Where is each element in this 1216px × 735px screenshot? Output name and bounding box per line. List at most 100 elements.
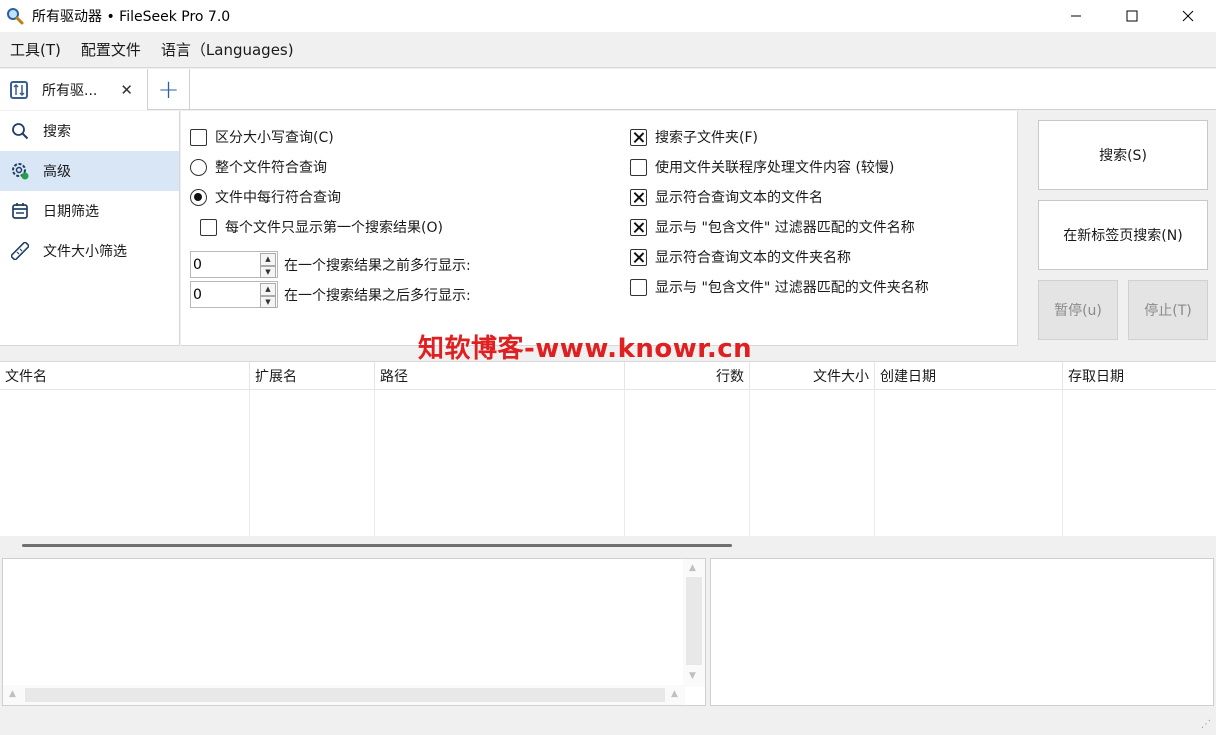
column-header-accessed[interactable]: 存取日期 [1063, 362, 1216, 390]
lines-after-input[interactable] [191, 282, 257, 307]
show-matching-foldernames-option[interactable]: 显示符合查询文本的文件夹名称 [630, 247, 851, 267]
show-include-filter-filenames-checkbox[interactable] [630, 218, 647, 236]
tab-label: 所有驱... [42, 82, 98, 99]
menu-tools[interactable]: 工具(T) [0, 39, 71, 60]
ruler-icon [10, 241, 30, 261]
show-include-filter-filenames-option[interactable]: 显示与 "包含文件" 过滤器匹配的文件名称 [630, 217, 915, 237]
lines-before-control: ▲ ▼ 在一个搜索结果之前多行显示: [190, 251, 471, 278]
sidebar-item-label: 日期筛选 [43, 204, 99, 220]
search-icon [10, 121, 30, 141]
preview-horizontal-scrollbar[interactable]: ▲ ▲ [3, 685, 685, 705]
stop-button[interactable]: 停止(T) [1128, 280, 1208, 340]
search-subfolders-option[interactable]: 搜索子文件夹(F) [630, 127, 758, 147]
search-new-tab-button[interactable]: 在新标签页搜索(N) [1038, 200, 1208, 270]
table-body [0, 390, 1216, 536]
spin-up-icon[interactable]: ▲ [260, 283, 276, 296]
match-each-line-option[interactable]: 文件中每行符合查询 [190, 187, 341, 207]
match-whole-file-radio[interactable] [190, 158, 207, 176]
option-label: 显示与 "包含文件" 过滤器匹配的文件夹名称 [655, 280, 929, 296]
results-table: 文件名 扩展名 路径 行数 文件大小 创建日期 存取日期 [0, 361, 1216, 554]
minimize-icon [1071, 15, 1081, 17]
watermark-text: 知软博客-www.knowr.cn [418, 334, 753, 364]
scroll-right-icon[interactable]: ▲ [671, 689, 678, 699]
option-label: 显示符合查询文本的文件夹名称 [655, 250, 851, 266]
show-matching-filenames-checkbox[interactable] [630, 188, 647, 206]
action-panel: 搜索(S) 在新标签页搜索(N) 暂停(u) 停止(T) [1019, 111, 1216, 346]
option-label: 显示符合查询文本的文件名 [655, 190, 823, 206]
option-label: 文件中每行符合查询 [215, 190, 341, 206]
match-each-line-radio[interactable] [190, 188, 207, 206]
scroll-left-icon[interactable]: ▲ [9, 689, 16, 699]
calendar-icon [10, 201, 30, 221]
menu-profiles[interactable]: 配置文件 [71, 39, 151, 60]
column-header-extension[interactable]: 扩展名 [250, 362, 375, 390]
scroll-down-icon[interactable]: ▼ [689, 671, 696, 681]
show-matching-foldernames-checkbox[interactable] [630, 248, 647, 266]
sidebar-item-label: 文件大小筛选 [43, 244, 127, 260]
preview-vertical-scrollbar[interactable]: ▲ ▼ [683, 559, 705, 687]
option-label: 搜索子文件夹(F) [655, 130, 758, 146]
search-subfolders-checkbox[interactable] [630, 128, 647, 146]
column-header-size[interactable]: 文件大小 [750, 362, 875, 390]
scrollbar-thumb[interactable] [25, 688, 665, 702]
scroll-up-icon[interactable]: ▲ [689, 563, 696, 573]
sidebar-item-date-filter[interactable]: 日期筛选 [0, 191, 179, 231]
show-matching-filenames-option[interactable]: 显示符合查询文本的文件名 [630, 187, 823, 207]
lines-before-input[interactable] [191, 252, 257, 277]
sidebar-item-advanced[interactable]: 高级 [0, 151, 179, 191]
column-header-lines[interactable]: 行数 [625, 362, 750, 390]
advanced-options-panel: 区分大小写查询(C) 整个文件符合查询 文件中每行符合查询 每个文件只显示第一个… [181, 111, 1018, 346]
sort-icon [10, 80, 28, 99]
menu-bar: 工具(T) 配置文件 语言（Languages) [0, 32, 1216, 68]
sidebar-item-label: 搜索 [43, 124, 71, 140]
column-header-path[interactable]: 路径 [375, 362, 625, 390]
scrollbar-thumb[interactable] [686, 577, 702, 665]
lines-after-control: ▲ ▼ 在一个搜索结果之后多行显示: [190, 281, 471, 308]
window-title: 所有驱动器 • FileSeek Pro 7.0 [32, 9, 231, 25]
option-label: 每个文件只显示第一个搜索结果(O) [225, 220, 443, 236]
option-label: 整个文件符合查询 [215, 160, 327, 176]
maximize-button[interactable] [1104, 0, 1160, 32]
add-tab-button[interactable]: + [148, 69, 190, 110]
search-button[interactable]: 搜索(S) [1038, 120, 1208, 190]
show-include-filter-foldernames-checkbox[interactable] [630, 278, 647, 296]
match-whole-file-option[interactable]: 整个文件符合查询 [190, 157, 327, 177]
column-header-filename[interactable]: 文件名 [0, 362, 250, 390]
status-bar: ⋰ [0, 708, 1216, 735]
option-label: 使用文件关联程序处理文件内容 (较慢) [655, 160, 895, 176]
tab-strip: 所有驱... ✕ + [0, 69, 1216, 110]
sidebar: 搜索 高级 日期筛选 文件大小筛选 [0, 111, 180, 346]
case-sensitive-option[interactable]: 区分大小写查询(C) [190, 127, 334, 147]
minimize-button[interactable] [1048, 0, 1104, 32]
tab-all-drives[interactable]: 所有驱... ✕ [0, 69, 148, 110]
magnifier-icon [6, 7, 24, 25]
sidebar-item-search[interactable]: 搜索 [0, 111, 179, 151]
close-button[interactable] [1160, 0, 1216, 32]
use-file-assoc-checkbox[interactable] [630, 158, 647, 176]
tab-close-icon[interactable]: ✕ [120, 81, 133, 99]
option-label: 显示与 "包含文件" 过滤器匹配的文件名称 [655, 220, 915, 236]
use-file-assoc-option[interactable]: 使用文件关联程序处理文件内容 (较慢) [630, 157, 894, 177]
show-include-filter-foldernames-option[interactable]: 显示与 "包含文件" 过滤器匹配的文件夹名称 [630, 277, 929, 297]
case-sensitive-checkbox[interactable] [190, 128, 207, 146]
lines-after-label: 在一个搜索结果之后多行显示: [284, 287, 471, 304]
column-header-created[interactable]: 创建日期 [875, 362, 1063, 390]
lines-before-label: 在一个搜索结果之前多行显示: [284, 257, 471, 274]
resize-grip-icon[interactable]: ⋰ [1201, 720, 1213, 732]
first-result-only-option[interactable]: 每个文件只显示第一个搜索结果(O) [200, 217, 443, 237]
first-result-only-checkbox[interactable] [200, 218, 217, 236]
menu-language[interactable]: 语言（Languages) [151, 39, 304, 60]
title-bar: 所有驱动器 • FileSeek Pro 7.0 [0, 0, 1216, 32]
spin-down-icon[interactable]: ▼ [260, 295, 276, 308]
details-pane[interactable] [710, 558, 1214, 706]
gear-icon [10, 161, 30, 181]
spin-down-icon[interactable]: ▼ [260, 265, 276, 278]
preview-pane[interactable]: ▲ ▼ ▲ ▲ [2, 558, 706, 706]
scrollbar-thumb[interactable] [22, 544, 732, 547]
close-icon [1182, 10, 1194, 22]
pause-button[interactable]: 暂停(u) [1038, 280, 1118, 340]
spin-up-icon[interactable]: ▲ [260, 253, 276, 266]
sidebar-item-size-filter[interactable]: 文件大小筛选 [0, 231, 179, 271]
option-label: 区分大小写查询(C) [215, 130, 334, 146]
results-horizontal-scrollbar[interactable] [0, 536, 1216, 554]
